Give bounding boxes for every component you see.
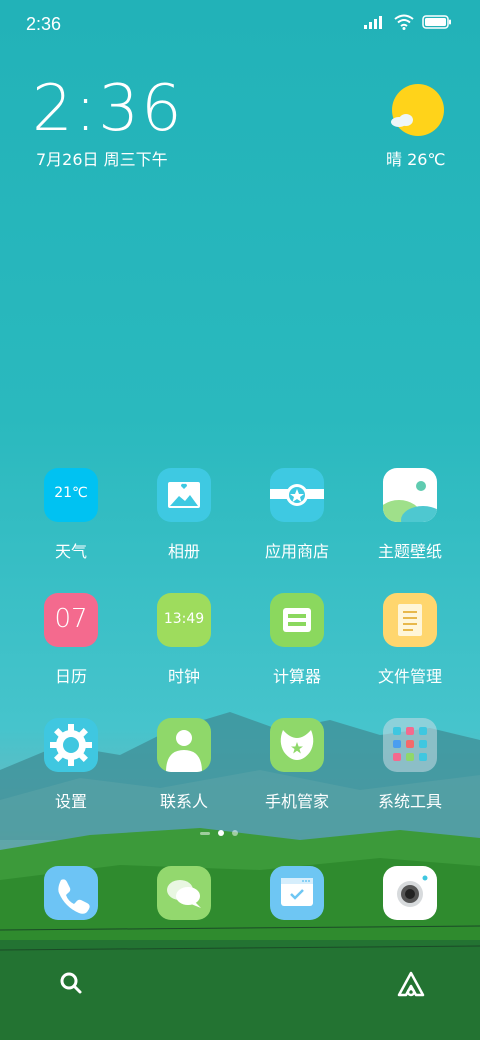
page-indicator: [200, 830, 238, 836]
dock-browser[interactable]: [245, 866, 349, 920]
themes-icon: [383, 468, 437, 522]
app-file-manager[interactable]: 文件管理: [358, 593, 462, 687]
app-gallery[interactable]: 相册: [132, 468, 236, 562]
status-bar: 2:36: [0, 0, 480, 50]
status-time: 2:36: [26, 14, 62, 34]
app-themes[interactable]: 主题壁纸: [358, 468, 462, 562]
clock-widget-time[interactable]: 2:36: [32, 72, 184, 146]
app-calendar[interactable]: 07 日历: [19, 593, 123, 687]
app-folder-tools[interactable]: 系统工具: [358, 718, 462, 812]
dock-camera[interactable]: [358, 866, 462, 920]
app-label: 联系人: [159, 792, 208, 811]
app-label: 天气: [54, 542, 87, 561]
assistant-icon[interactable]: [396, 970, 426, 1000]
app-label: 主题壁纸: [377, 542, 442, 561]
file-manager-icon: [383, 593, 437, 647]
contacts-icon: [157, 718, 211, 772]
weather-app-icon-temp: 21℃: [54, 485, 88, 501]
app-store[interactable]: 应用商店: [245, 468, 349, 562]
search-icon[interactable]: [56, 968, 86, 998]
app-label: 日历: [54, 667, 87, 686]
browser-icon: [270, 866, 324, 920]
calendar-icon: 07: [44, 593, 98, 647]
clock-icon-time: 13:49: [163, 611, 205, 627]
signal-icon: [364, 16, 382, 29]
camera-icon: [383, 866, 437, 920]
app-label: 文件管理: [377, 667, 442, 686]
app-calculator[interactable]: 计算器: [245, 593, 349, 687]
app-security[interactable]: 手机管家: [245, 718, 349, 812]
app-label: 时钟: [167, 667, 200, 686]
page-dot[interactable]: [232, 830, 238, 836]
wifi-icon: [394, 14, 414, 30]
app-label: 手机管家: [264, 792, 329, 811]
weather-widget-text: 晴 26℃: [386, 150, 446, 169]
battery-icon: [422, 15, 451, 29]
calendar-icon-day: 07: [54, 604, 88, 634]
app-label: 系统工具: [377, 792, 442, 811]
folder-icon: [383, 718, 437, 772]
app-label: 应用商店: [264, 542, 329, 561]
app-clock[interactable]: 13:49 时钟: [132, 593, 236, 687]
security-icon: [270, 718, 324, 772]
app-store-icon: [270, 468, 324, 522]
phone-icon: [44, 866, 98, 920]
sunny-icon[interactable]: [392, 84, 444, 136]
clock-widget-date: 7月26日 周三下午: [36, 150, 168, 169]
dock-messages[interactable]: [132, 866, 236, 920]
clock-icon: 13:49: [157, 593, 211, 647]
app-label: 计算器: [272, 667, 321, 686]
app-label: 相册: [167, 542, 200, 561]
page-dot[interactable]: [200, 831, 210, 835]
app-weather[interactable]: 21℃ 天气: [19, 468, 123, 562]
dock-phone[interactable]: [19, 866, 123, 920]
gallery-icon: [157, 468, 211, 522]
home-screen: 2:36 2:36 7月26日 周三下午 晴 26℃ 21℃ 天气 相册 应用商…: [0, 0, 480, 1040]
app-label: 设置: [54, 792, 87, 811]
settings-icon: [44, 718, 98, 772]
app-settings[interactable]: 设置: [19, 718, 123, 812]
page-dot-active[interactable]: [218, 830, 224, 836]
app-contacts[interactable]: 联系人: [132, 718, 236, 812]
status-icons: [364, 14, 452, 30]
messages-icon: [157, 866, 211, 920]
cloud-icon: [391, 114, 413, 127]
calculator-icon: [270, 593, 324, 647]
weather-app-icon: 21℃: [44, 468, 98, 522]
